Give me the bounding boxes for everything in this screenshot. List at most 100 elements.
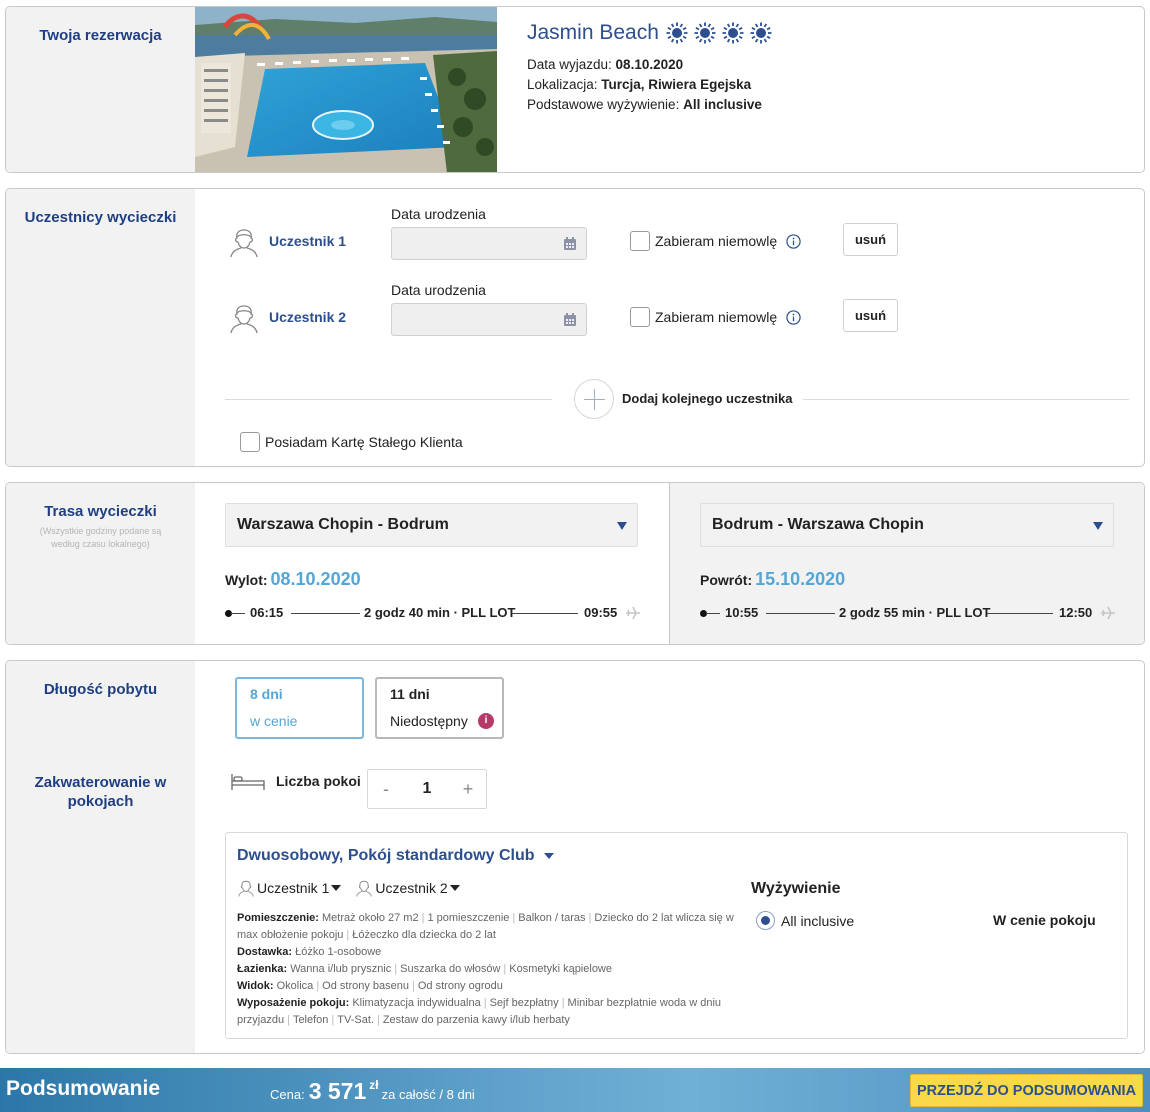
room-details: Dwuosobowy, Pokój standardowy Club Uczes…: [225, 832, 1128, 1039]
spec-line: Wyposażenie pokoju: Klimatyzacja indywid…: [237, 995, 737, 1029]
calendar-icon[interactable]: [563, 313, 577, 327]
calendar-icon[interactable]: [563, 237, 577, 251]
price-label: Cena:: [270, 1087, 305, 1102]
add-participant-row: Dodaj kolejnego uczestnika: [225, 379, 1129, 419]
rooms-count-value[interactable]: 1: [404, 780, 450, 798]
spec-value: Kosmetyki kąpielowe: [509, 963, 612, 975]
departure-label: Data wyjazdu:: [527, 57, 616, 72]
spec-line: Widok: Okolica | Od strony basenu | Od stron…: [237, 978, 737, 995]
spec-line: Dostawka: Łóżko 1-osobowe: [237, 944, 737, 961]
price-amount: 3 571: [308, 1078, 367, 1104]
add-participant-button[interactable]: [574, 379, 614, 419]
return-route-select[interactable]: Bodrum - Warszawa Chopin: [700, 503, 1114, 547]
person-icon: [230, 305, 258, 334]
route-sidebar: Trasa wycieczki (Wszystkie godziny podan…: [6, 483, 195, 644]
spec-value: Suszarka do włosów: [400, 963, 501, 975]
chevron-down-icon: [543, 853, 554, 859]
info-icon[interactable]: [786, 309, 801, 325]
occupant-name: Uczestnik 1: [257, 880, 330, 896]
hotel-photo[interactable]: [195, 7, 497, 172]
room-type-label: Dwuosobowy, Pokój standardowy Club: [237, 847, 535, 864]
divider: [225, 399, 552, 400]
caret-down-icon: [1093, 522, 1103, 530]
spec-separator: |: [421, 912, 425, 924]
spec-label: Wyposażenie pokoju:: [237, 997, 353, 1009]
info-icon[interactable]: [786, 233, 801, 249]
occupant-select-1[interactable]: Uczestnik 1: [237, 879, 342, 897]
spec-value: Sejf bezpłatny: [489, 997, 559, 1009]
spec-separator: |: [588, 912, 592, 924]
birthdate-input[interactable]: [391, 227, 587, 260]
spec-separator: |: [512, 912, 516, 924]
spec-value: Od strony ogrodu: [417, 980, 503, 992]
outbound-flight: Warszawa Chopin - Bodrum Wylot: 08.10.202…: [195, 483, 669, 644]
meal-radio[interactable]: [756, 911, 775, 930]
board-label: Podstawowe wyżywienie:: [527, 97, 684, 112]
outbound-timeline: 06:15 2 godz 40 min · PLL LOT 09:55: [225, 603, 645, 623]
spec-label: Dostawka:: [237, 946, 296, 958]
participants-title: Uczestnicy wycieczki: [24, 209, 177, 226]
spec-label: Łazienka:: [237, 963, 291, 975]
arrival-time: 09:55: [584, 605, 618, 620]
remove-participant-button[interactable]: usuń: [843, 299, 898, 332]
person-icon: [238, 880, 254, 897]
stay-card: Długość pobytu Zakwaterowanie w pokojach…: [5, 660, 1145, 1054]
return-route-value: Bodrum - Warszawa Chopin: [712, 516, 924, 533]
infant-checkbox[interactable]: [630, 231, 650, 251]
outbound-route-select[interactable]: Warszawa Chopin - Bodrum: [225, 503, 638, 547]
return-timeline: 10:55 2 godz 55 min · PLL LOT 12:50: [700, 603, 1120, 623]
hotel-name[interactable]: Jasmin Beach: [527, 21, 659, 45]
rooms-title: Zakwaterowanie w pokojach: [34, 774, 167, 810]
reservation-card: Twoja rezerwacja Jasmin Beach Data wyjaz…: [5, 6, 1145, 173]
spec-value: Okolica: [276, 980, 314, 992]
room-specs: Pomieszczenie: Metraż około 27 m2 | 1 pomi…: [237, 910, 737, 1029]
duration-option-8[interactable]: 8 dni w cenie: [235, 677, 364, 739]
infant-checkbox[interactable]: [630, 307, 650, 327]
spec-separator: |: [376, 1014, 380, 1026]
timezone-note: (Wszystkie godziny podane są według czas…: [39, 526, 162, 549]
spec-value: Zestaw do parzenia kawy i/lub herbaty: [382, 1014, 570, 1026]
occupant-select-2[interactable]: Uczestnik 2: [355, 879, 460, 897]
spec-separator: |: [503, 963, 507, 975]
chevron-down-icon: [331, 885, 342, 891]
location-line: Lokalizacja: Turcja, Riwiera Egejska: [527, 75, 773, 95]
birthdate-input[interactable]: [391, 303, 587, 336]
summary-bar: Podsumowanie Cena: 3 571 zł za całość / …: [0, 1068, 1150, 1112]
return-date-value: 15.10.2020: [755, 569, 846, 589]
timeline-line: [766, 613, 835, 614]
bed-icon: [231, 774, 265, 790]
timeline-line: [231, 613, 245, 614]
spec-label: Pomieszczenie:: [237, 912, 322, 924]
duration-option-11[interactable]: 11 dni Niedostępny i: [375, 677, 504, 739]
timeline-line: [512, 613, 578, 614]
go-to-summary-button[interactable]: PRZEJDŹ DO PODSUMOWANIA: [910, 1074, 1143, 1107]
rooms-count-label: Liczba pokoi: [276, 773, 361, 789]
remove-participant-button[interactable]: usuń: [843, 223, 898, 256]
increment-button[interactable]: +: [450, 779, 486, 800]
loyalty-card-row: Posiadam Kartę Stałego Klienta: [240, 432, 463, 452]
spec-separator: |: [346, 929, 350, 941]
sun-star-icon: [666, 22, 688, 44]
flight-duration: 2 godz 55 min · PLL LOT: [839, 605, 991, 620]
flight-duration: 2 godz 40 min · PLL LOT: [364, 605, 516, 620]
info-icon[interactable]: i: [478, 713, 494, 729]
decrement-button[interactable]: -: [368, 779, 404, 800]
price-currency: zł: [369, 1078, 379, 1092]
spec-value: Balkon / taras: [518, 912, 586, 924]
total-price: Cena: 3 571 zł za całość / 8 dni: [270, 1078, 475, 1105]
participant-name: Uczestnik 2: [269, 309, 347, 325]
add-participant-label[interactable]: Dodaj kolejnego uczestnika: [622, 391, 793, 406]
spec-line: Łazienka: Wanna i/lub prysznic | Suszarka …: [237, 961, 737, 978]
stay-sidebar: Długość pobytu Zakwaterowanie w pokojach: [6, 661, 195, 1053]
spec-separator: |: [287, 1014, 290, 1026]
spec-separator: |: [394, 963, 398, 975]
outbound-date-label: Wylot:: [225, 572, 268, 588]
loyalty-checkbox[interactable]: [240, 432, 260, 452]
plane-icon: [1101, 606, 1115, 620]
spec-value: 1 pomieszczenie: [427, 912, 510, 924]
spec-value: Łóżko 1-osobowe: [295, 946, 382, 958]
divider: [803, 399, 1129, 400]
price-period: za całość / 8 dni: [381, 1087, 475, 1102]
rooms-count-row: Liczba pokoi: [230, 770, 361, 792]
room-type-dropdown[interactable]: Dwuosobowy, Pokój standardowy Club: [237, 847, 554, 865]
